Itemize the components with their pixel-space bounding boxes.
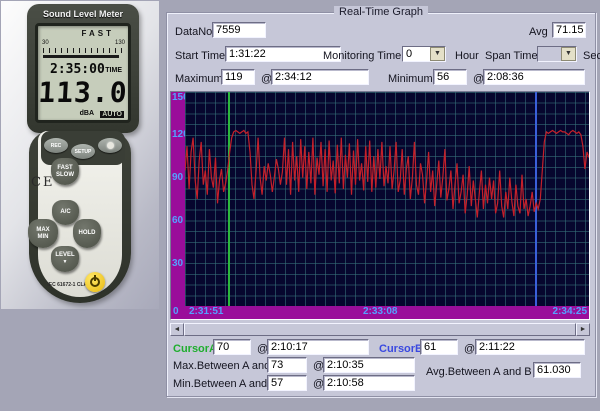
backlight-button[interactable] xyxy=(98,138,122,153)
x-origin-label: 0 xyxy=(173,306,179,317)
power-icon xyxy=(90,277,100,287)
cursor-a-time-field[interactable]: 2:10:17 xyxy=(267,339,369,355)
lcd-scale-ticks xyxy=(43,48,123,53)
graph-horizontal-scrollbar[interactable]: ◄ ► xyxy=(170,323,590,336)
plot-area xyxy=(185,92,589,306)
x-axis-strip: 0 2:31:51 2:33:08 2:34:25 xyxy=(171,306,589,319)
monitoring-dropdown-arrow-icon[interactable]: ▼ xyxy=(430,47,445,61)
panel-title: Real-Time Graph xyxy=(334,6,428,18)
device-brand-label: Sound Level Meter xyxy=(27,9,139,19)
span-dropdown-arrow-icon[interactable]: ▼ xyxy=(561,47,576,61)
monitoring-time-value: 0 xyxy=(406,48,412,60)
slow-label: SLOW xyxy=(56,172,74,179)
lcd-unit-label: dBA xyxy=(80,110,94,117)
lcd-mode-label: FAST xyxy=(82,29,114,38)
minimum-field[interactable]: 56 xyxy=(433,69,467,85)
max-between-field[interactable]: 73 xyxy=(267,357,307,373)
lcd-time-label: TIME xyxy=(105,67,122,74)
max-between-label: Max.Between A and xyxy=(173,360,270,372)
ac-label: A/C xyxy=(60,209,70,216)
avg-between-field[interactable]: 61.030 xyxy=(533,362,581,378)
backlight-icon xyxy=(107,142,114,149)
min-between-time-field[interactable]: 2:10:58 xyxy=(323,375,415,391)
x-tick-start: 2:31:51 xyxy=(189,306,223,317)
lcd-scale-max: 130 xyxy=(115,40,125,46)
rec-button[interactable]: REC xyxy=(44,138,68,153)
sound-level-meter-photo: Sound Level Meter FAST 30 130 2:35:00 TI… xyxy=(1,1,159,309)
real-time-graph-panel: Real-Time Graph DataNo. 7559 Avg 71.15 S… xyxy=(166,12,596,397)
screenshot-root: Sound Level Meter FAST 30 130 2:35:00 TI… xyxy=(0,0,600,411)
ac-button[interactable]: A/C xyxy=(52,200,79,225)
hour-label: Hour xyxy=(455,50,479,62)
lcd-reading-value: 113.0 xyxy=(37,76,129,109)
cursor-b-time-field[interactable]: 2:11:22 xyxy=(475,339,585,355)
data-no-field[interactable]: 7559 xyxy=(212,22,266,38)
level-label: LEVEL xyxy=(55,252,74,259)
lcd-auto-badge: AUTO xyxy=(100,111,124,118)
max-label: MAX xyxy=(36,227,49,234)
span-time-label: Span Time xyxy=(485,50,538,62)
min-between-label: Min.Between A and B xyxy=(173,378,278,390)
y-tick-60: 60 xyxy=(172,215,183,226)
max-between-time-field[interactable]: 2:10:35 xyxy=(323,357,415,373)
device-lcd: FAST 30 130 2:35:00 TIME 113.0 dBA AUTO xyxy=(35,23,131,123)
rec-button-label: REC xyxy=(51,143,62,149)
x-tick-middle: 2:33:08 xyxy=(363,306,397,317)
max-min-button[interactable]: MAX MIN xyxy=(28,219,58,248)
hold-label: HOLD xyxy=(79,230,96,237)
avg-between-label: Avg.Between A and B xyxy=(426,366,532,378)
real-time-chart: 150 120 90 60 30 0 2:31:51 2:33:08 2:34:… xyxy=(170,91,590,320)
lcd-time-value: 2:35:00 xyxy=(50,62,105,77)
sec-label: Sec xyxy=(583,50,600,62)
hold-button[interactable]: HOLD xyxy=(73,219,101,248)
maximum-label: Maximum xyxy=(175,73,223,85)
y-tick-90: 90 xyxy=(172,172,183,183)
lcd-bargraph xyxy=(43,55,119,58)
min-label: MIN xyxy=(38,234,49,241)
fast-label: FAST xyxy=(57,165,72,172)
minimum-label: Minimum xyxy=(388,73,433,85)
cursor-b-label: CursorB xyxy=(379,343,423,355)
scrollbar-thumb[interactable] xyxy=(184,323,576,336)
signal-line xyxy=(185,131,589,218)
cursor-a-field[interactable]: 70 xyxy=(213,339,251,355)
scroll-right-arrow-icon[interactable]: ► xyxy=(576,323,590,336)
x-tick-end: 2:34:25 xyxy=(553,306,587,317)
monitoring-time-dropdown[interactable]: 0 ▼ xyxy=(402,46,446,62)
level-down-arrow-icon: ▼ xyxy=(63,259,68,266)
maximum-time-field[interactable]: 2:34:12 xyxy=(271,69,369,85)
y-tick-30: 30 xyxy=(172,258,183,269)
y-axis-strip: 150 120 90 60 30 xyxy=(171,92,185,306)
at-sign-4: @ xyxy=(464,343,475,355)
lcd-scale-min: 30 xyxy=(42,40,49,46)
span-time-dropdown[interactable]: ▼ xyxy=(537,46,577,62)
ce-mark: CE xyxy=(31,175,54,190)
maximum-field[interactable]: 119 xyxy=(221,69,255,85)
scroll-left-arrow-icon[interactable]: ◄ xyxy=(170,323,184,336)
start-time-label: Start Time xyxy=(175,50,225,62)
cursor-b-field[interactable]: 61 xyxy=(420,339,458,355)
minimum-time-field[interactable]: 2:08:36 xyxy=(483,69,585,85)
monitoring-time-label: Monitoring Time xyxy=(323,50,401,62)
avg-field[interactable]: 71.15 xyxy=(552,22,586,38)
setup-button-label: SETUP xyxy=(75,149,92,155)
avg-label: Avg xyxy=(529,26,548,38)
level-button[interactable]: LEVEL ▼ xyxy=(51,246,79,272)
power-button[interactable] xyxy=(85,272,105,292)
min-between-field[interactable]: 57 xyxy=(267,375,307,391)
data-no-label: DataNo. xyxy=(175,26,215,38)
setup-button[interactable]: SETUP xyxy=(71,144,95,159)
cursor-a-label: CursorA xyxy=(173,343,217,355)
fast-slow-button[interactable]: FAST SLOW xyxy=(51,158,79,185)
signal-svg xyxy=(185,92,589,306)
